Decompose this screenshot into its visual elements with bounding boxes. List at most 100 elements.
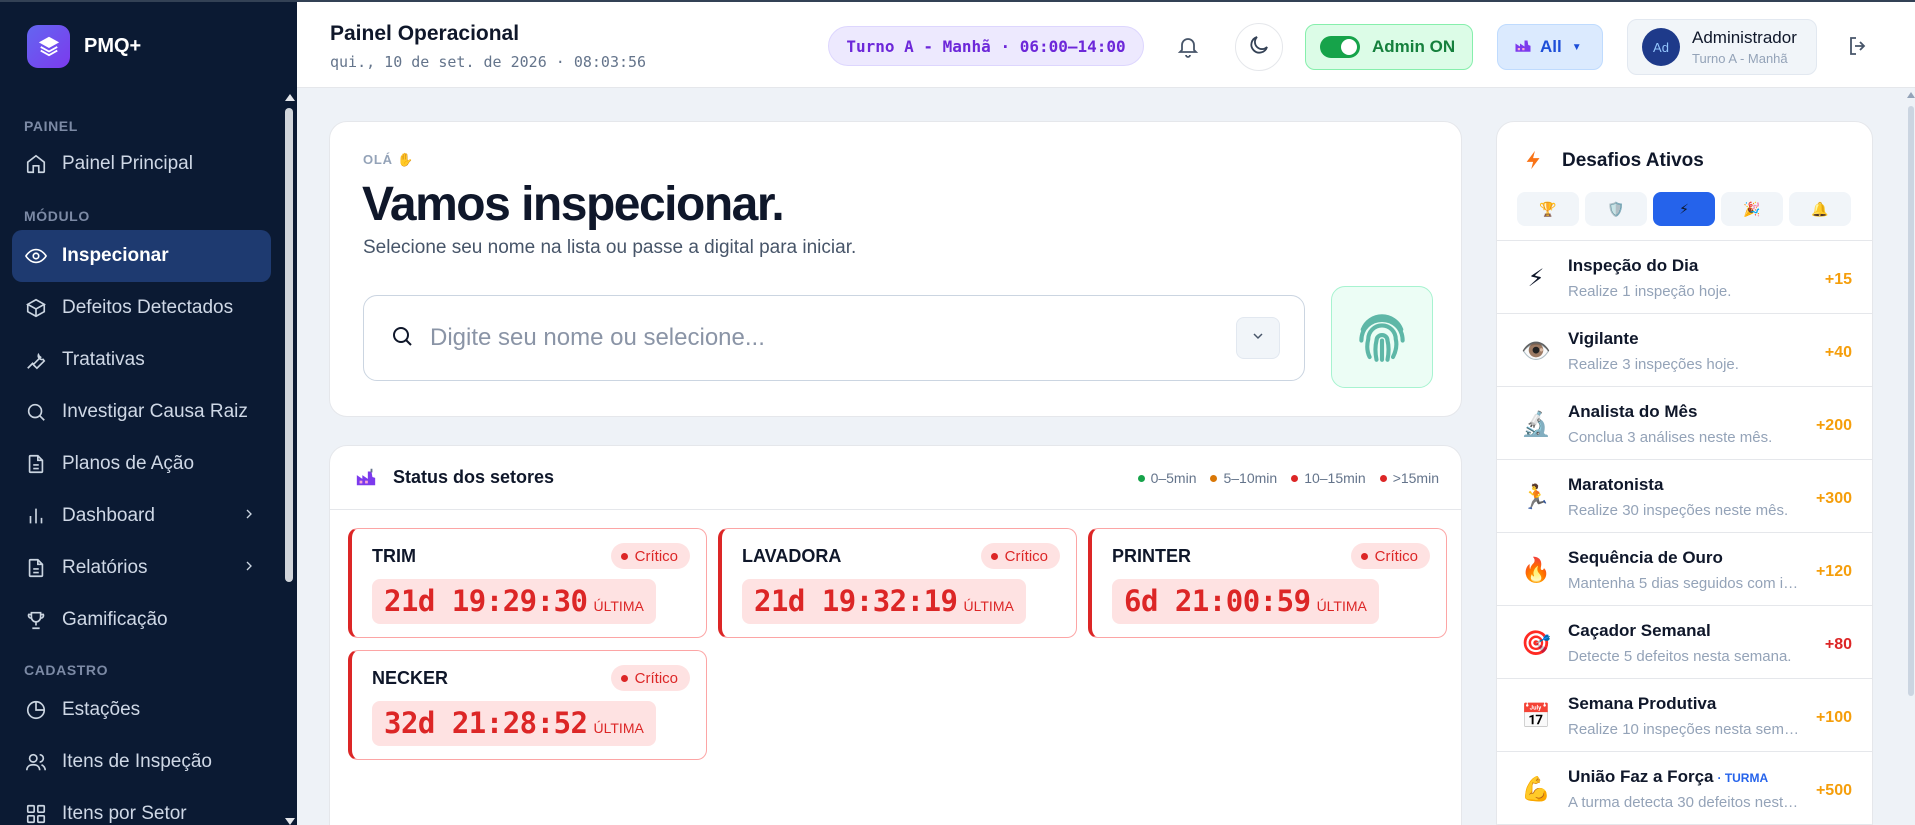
challenge-item[interactable]: 🎯 Caçador Semanal Detecte 5 defeitos nes… (1497, 606, 1872, 679)
admin-toggle[interactable]: Admin ON (1305, 24, 1473, 70)
sidebar-item-investigar-causa-raiz[interactable]: Investigar Causa Raiz (12, 386, 271, 438)
challenge-points: +100 (1815, 709, 1852, 726)
sidebar-item-label: Itens por Setor (62, 803, 187, 824)
timer-value: 6d 21:00:59 (1124, 584, 1311, 618)
challenge-description: Realize 30 inspeções neste mês. (1568, 502, 1789, 519)
tab-shield[interactable]: 🛡️ (1585, 192, 1647, 226)
scroll-up-arrow[interactable] (1907, 92, 1915, 98)
bell-icon: 🔔 (1811, 200, 1829, 217)
sector-name: TRIM (372, 546, 416, 566)
sidebar-item-gamificacao[interactable]: Gamificação (12, 594, 271, 646)
sidebar-scroll-thumb[interactable] (285, 108, 293, 582)
legend-item: 5–10min (1210, 470, 1277, 486)
sidebar-item-dashboard[interactable]: Dashboard (12, 490, 271, 542)
shift-badge: Turno A - Manhã · 06:00–14:00 (828, 26, 1144, 66)
sidebar-item-defeitos-detectados[interactable]: Defeitos Detectados (12, 282, 271, 334)
challenge-item[interactable]: 🔥 Sequência de Ouro Mantenha 5 dias segu… (1497, 533, 1872, 606)
search-input[interactable] (430, 324, 1210, 352)
user-profile[interactable]: Ad Administrador Turno A - Manhã (1627, 19, 1817, 75)
wrench-icon (24, 348, 48, 372)
sector-status-card: Status dos setores 0–5min 5–10min 10–15m… (329, 445, 1462, 825)
theme-toggle-button[interactable] (1235, 23, 1283, 71)
sidebar-scrollbar[interactable] (284, 92, 295, 825)
challenge-title: Sequência de Ouro (1568, 548, 1723, 567)
toggle-switch[interactable] (1320, 36, 1360, 58)
tab-trophy[interactable]: 🏆 (1517, 192, 1579, 226)
layers-icon (27, 24, 70, 68)
search-icon (390, 324, 414, 353)
sector-card-trim[interactable]: TRIM Crítico 21d 19:29:30 ÚLTIMA (348, 528, 707, 638)
home-icon (24, 152, 48, 176)
welcome-subtitle: Selecione seu nome na lista ou passe a d… (363, 237, 857, 258)
fingerprint-button[interactable] (1331, 286, 1433, 388)
bell-icon[interactable] (1167, 25, 1209, 67)
status-title: Status dos setores (393, 467, 555, 487)
scroll-down-arrow[interactable] (285, 818, 295, 825)
current-date-time: qui., 10 de set. de 2026 · 08:03:56 (330, 53, 647, 71)
challenge-item[interactable]: 👁️ Vigilante Realize 3 inspeções hoje. +… (1497, 314, 1872, 387)
sidebar-item-itens-de-inspecao[interactable]: Itens de Inspeção (12, 736, 271, 788)
box-icon (24, 296, 48, 320)
challenge-item[interactable]: 📅 Semana Produtiva Realize 10 inspeções … (1497, 679, 1872, 752)
tab-bell[interactable]: 🔔 (1789, 192, 1851, 226)
challenge-list: ⚡ Inspeção do Dia Realize 1 inspeção hoj… (1497, 240, 1872, 825)
sidebar: PMQ+ PAINEL Painel Principal MÓDULO Insp… (0, 0, 297, 825)
challenge-item[interactable]: ⚡ Inspeção do Dia Realize 1 inspeção hoj… (1497, 241, 1872, 314)
users-icon (24, 750, 48, 774)
factory-filter-dropdown[interactable]: All ▼ (1497, 24, 1603, 70)
runner-icon: 🏃 (1521, 483, 1551, 511)
tab-party[interactable]: 🎉 (1721, 192, 1783, 226)
sidebar-item-tratativas[interactable]: Tratativas (12, 334, 271, 386)
main-scroll-thumb[interactable] (1908, 106, 1914, 696)
search-icon (24, 400, 48, 424)
inspector-search[interactable] (363, 295, 1305, 381)
chevron-right-icon (241, 506, 257, 528)
trophy-icon: 🏆 (1539, 200, 1557, 217)
legend-item: 0–5min (1137, 470, 1196, 486)
sidebar-item-planos-de-acao[interactable]: Planos de Ação (12, 438, 271, 490)
user-shift: Turno A - Manhã (1692, 51, 1788, 66)
badge-dot (620, 674, 628, 682)
sidebar-item-estacoes[interactable]: Estações (12, 684, 271, 736)
challenge-points: +200 (1815, 417, 1852, 434)
active-challenges-panel: Desafios Ativos 🏆 🛡️ ⚡ 🎉 🔔 ⚡ Inspeção do… (1496, 121, 1873, 825)
avatar: Ad (1642, 28, 1680, 66)
document-icon (24, 556, 48, 580)
sidebar-item-inspecionar[interactable]: Inspecionar (12, 230, 271, 282)
challenge-points: +40 (1824, 344, 1852, 361)
elapsed-timer: 32d 21:28:52 ÚLTIMA (372, 701, 656, 746)
badge-label: Crítico (634, 547, 678, 565)
timer-value: 21d 19:29:30 (384, 584, 588, 618)
chevron-down-icon (1250, 328, 1266, 349)
challenge-description: Mantenha 5 dias seguidos com inspeções. (1568, 575, 1800, 592)
sector-card-necker[interactable]: NECKER Crítico 32d 21:28:52 ÚLTIMA (348, 650, 707, 760)
badge-dot (620, 552, 628, 560)
status-legend: 0–5min 5–10min 10–15min >15min (1137, 470, 1439, 486)
brand-name: PMQ+ (84, 34, 142, 57)
target-icon: 🎯 (1521, 629, 1551, 657)
sidebar-item-painel-principal[interactable]: Painel Principal (12, 138, 271, 190)
dropdown-toggle-button[interactable] (1236, 317, 1280, 359)
sector-card-lavadora[interactable]: LAVADORA Crítico 21d 19:32:19 ÚLTIMA (718, 528, 1077, 638)
eye-icon (24, 244, 48, 268)
bar-chart-icon (24, 504, 48, 528)
logout-icon[interactable] (1844, 32, 1872, 60)
challenge-item[interactable]: 🏃 Maratonista Realize 30 inspeções neste… (1497, 460, 1872, 533)
main-scrollbar[interactable] (1907, 92, 1915, 825)
brand[interactable]: PMQ+ (0, 2, 297, 90)
challenge-item[interactable]: 💪 União Faz a Força · TURMA A turma detec… (1497, 752, 1872, 825)
challenge-points: +80 (1824, 636, 1852, 653)
chevron-right-icon (241, 558, 257, 580)
sidebar-item-itens-por-setor[interactable]: Itens por Setor (12, 788, 271, 825)
status-badge: Crítico (1350, 543, 1430, 569)
sidebar-item-relatorios[interactable]: Relatórios (12, 542, 271, 594)
scroll-up-arrow[interactable] (285, 94, 295, 101)
sidebar-item-label: Estações (62, 699, 141, 720)
shield-icon: 🛡️ (1607, 200, 1625, 217)
sector-card-printer[interactable]: PRINTER Crítico 6d 21:00:59 ÚLTIMA (1088, 528, 1447, 638)
legend-dot-green (1137, 474, 1145, 482)
lightning-icon (1523, 148, 1545, 177)
challenge-item[interactable]: 🔬 Analista do Mês Conclua 3 análises nes… (1497, 387, 1872, 460)
badge-dot (1360, 552, 1368, 560)
tab-lightning[interactable]: ⚡ (1653, 192, 1715, 226)
